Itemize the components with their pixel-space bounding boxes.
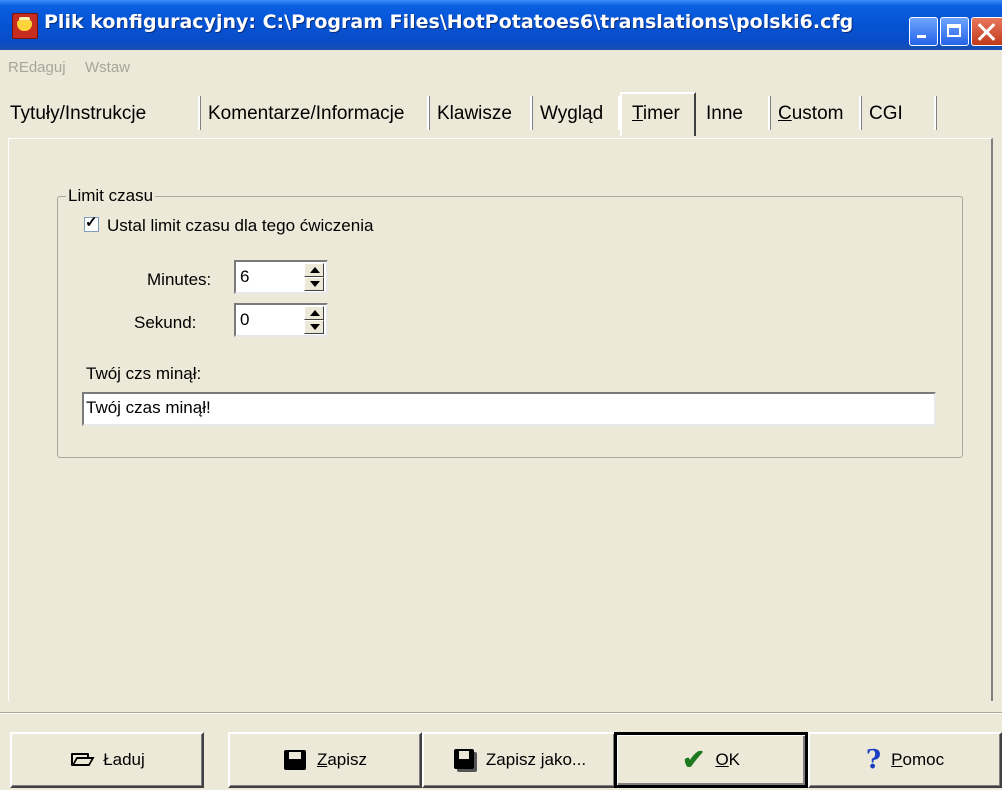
floppy-disk-icon <box>283 749 307 771</box>
ok-button-label: OK <box>715 750 741 769</box>
seconds-value[interactable]: 0 <box>240 310 249 330</box>
seconds-label: Sekund: <box>134 313 197 332</box>
tab-timer-rest: imer <box>642 103 680 124</box>
tab-tytuly-instrukcje[interactable]: Tytuły/Instrukcje <box>10 98 146 130</box>
window-title: Plik konfiguracyjny: C:\Program Files\Ho… <box>44 11 854 33</box>
hot-potatoes-app-icon[interactable] <box>12 13 38 39</box>
seconds-up-arrow-icon[interactable] <box>304 306 324 320</box>
minutes-down-arrow-icon[interactable] <box>304 277 324 291</box>
time-up-message-label: Twój czs minął: <box>86 364 202 383</box>
save-as-button[interactable]: Zapisz jako... <box>422 732 616 788</box>
enable-timer-checkbox[interactable]: Ustal limit czasu dla tego ćwiczenia <box>84 213 374 236</box>
checkbox-checked-icon[interactable] <box>84 213 99 233</box>
help-button[interactable]: ? Pomoc <box>808 732 1002 788</box>
minutes-value[interactable]: 6 <box>240 267 249 287</box>
multiple-disks-icon <box>452 749 476 771</box>
tab-komentarze-informacje[interactable]: Komentarze/Informacje <box>208 98 404 130</box>
tab-timer[interactable]: Timer <box>620 92 696 136</box>
seconds-down-arrow-icon[interactable] <box>304 320 324 334</box>
minutes-label: Minutes: <box>147 270 212 289</box>
question-mark-icon: ? <box>865 745 882 775</box>
load-button[interactable]: Ładuj <box>10 732 204 788</box>
menu-redaguj[interactable]: REdaguj <box>8 59 66 76</box>
tab-inne[interactable]: Inne <box>706 98 743 130</box>
minimize-button[interactable] <box>909 17 938 46</box>
title-bar[interactable]: Plik konfiguracyjny: C:\Program Files\Ho… <box>0 0 1002 50</box>
tab-strip: Tytuły/Instrukcje Komentarze/Informacje … <box>0 92 1002 140</box>
tab-custom[interactable]: Custom <box>778 98 843 130</box>
seconds-spinbox[interactable]: 0 <box>234 303 328 337</box>
folder-open-icon <box>69 749 93 771</box>
menu-bar: REdaguj Wstaw <box>0 55 1002 81</box>
enable-timer-label: Ustal limit czasu dla tego ćwiczenia <box>107 216 374 235</box>
save-button-label: Zapisz <box>316 750 368 769</box>
time-limit-group-title: Limit czasu <box>68 186 154 205</box>
tab-klawisze[interactable]: Klawisze <box>437 98 512 130</box>
ok-button[interactable]: ✔ OK <box>614 732 808 788</box>
close-button[interactable] <box>971 17 1002 46</box>
minutes-spinbox[interactable]: 6 <box>234 260 328 294</box>
save-button[interactable]: Zapisz <box>228 732 422 788</box>
help-button-label: Pomoc <box>891 750 945 769</box>
tab-wyglad[interactable]: Wygląd <box>540 98 603 130</box>
save-as-button-label: Zapisz jako... <box>485 750 587 769</box>
tab-timer-mnemonic: T <box>632 103 643 124</box>
menu-wstaw[interactable]: Wstaw <box>85 59 130 76</box>
button-bar-divider <box>0 712 1002 714</box>
minutes-up-arrow-icon[interactable] <box>304 263 324 277</box>
green-check-icon: ✔ <box>681 744 706 775</box>
maximize-button[interactable] <box>940 17 969 46</box>
tab-cgi[interactable]: CGI <box>869 98 903 130</box>
time-up-message-input[interactable]: Twój czas minął! <box>82 392 936 426</box>
load-button-label: Ładuj <box>103 750 145 769</box>
